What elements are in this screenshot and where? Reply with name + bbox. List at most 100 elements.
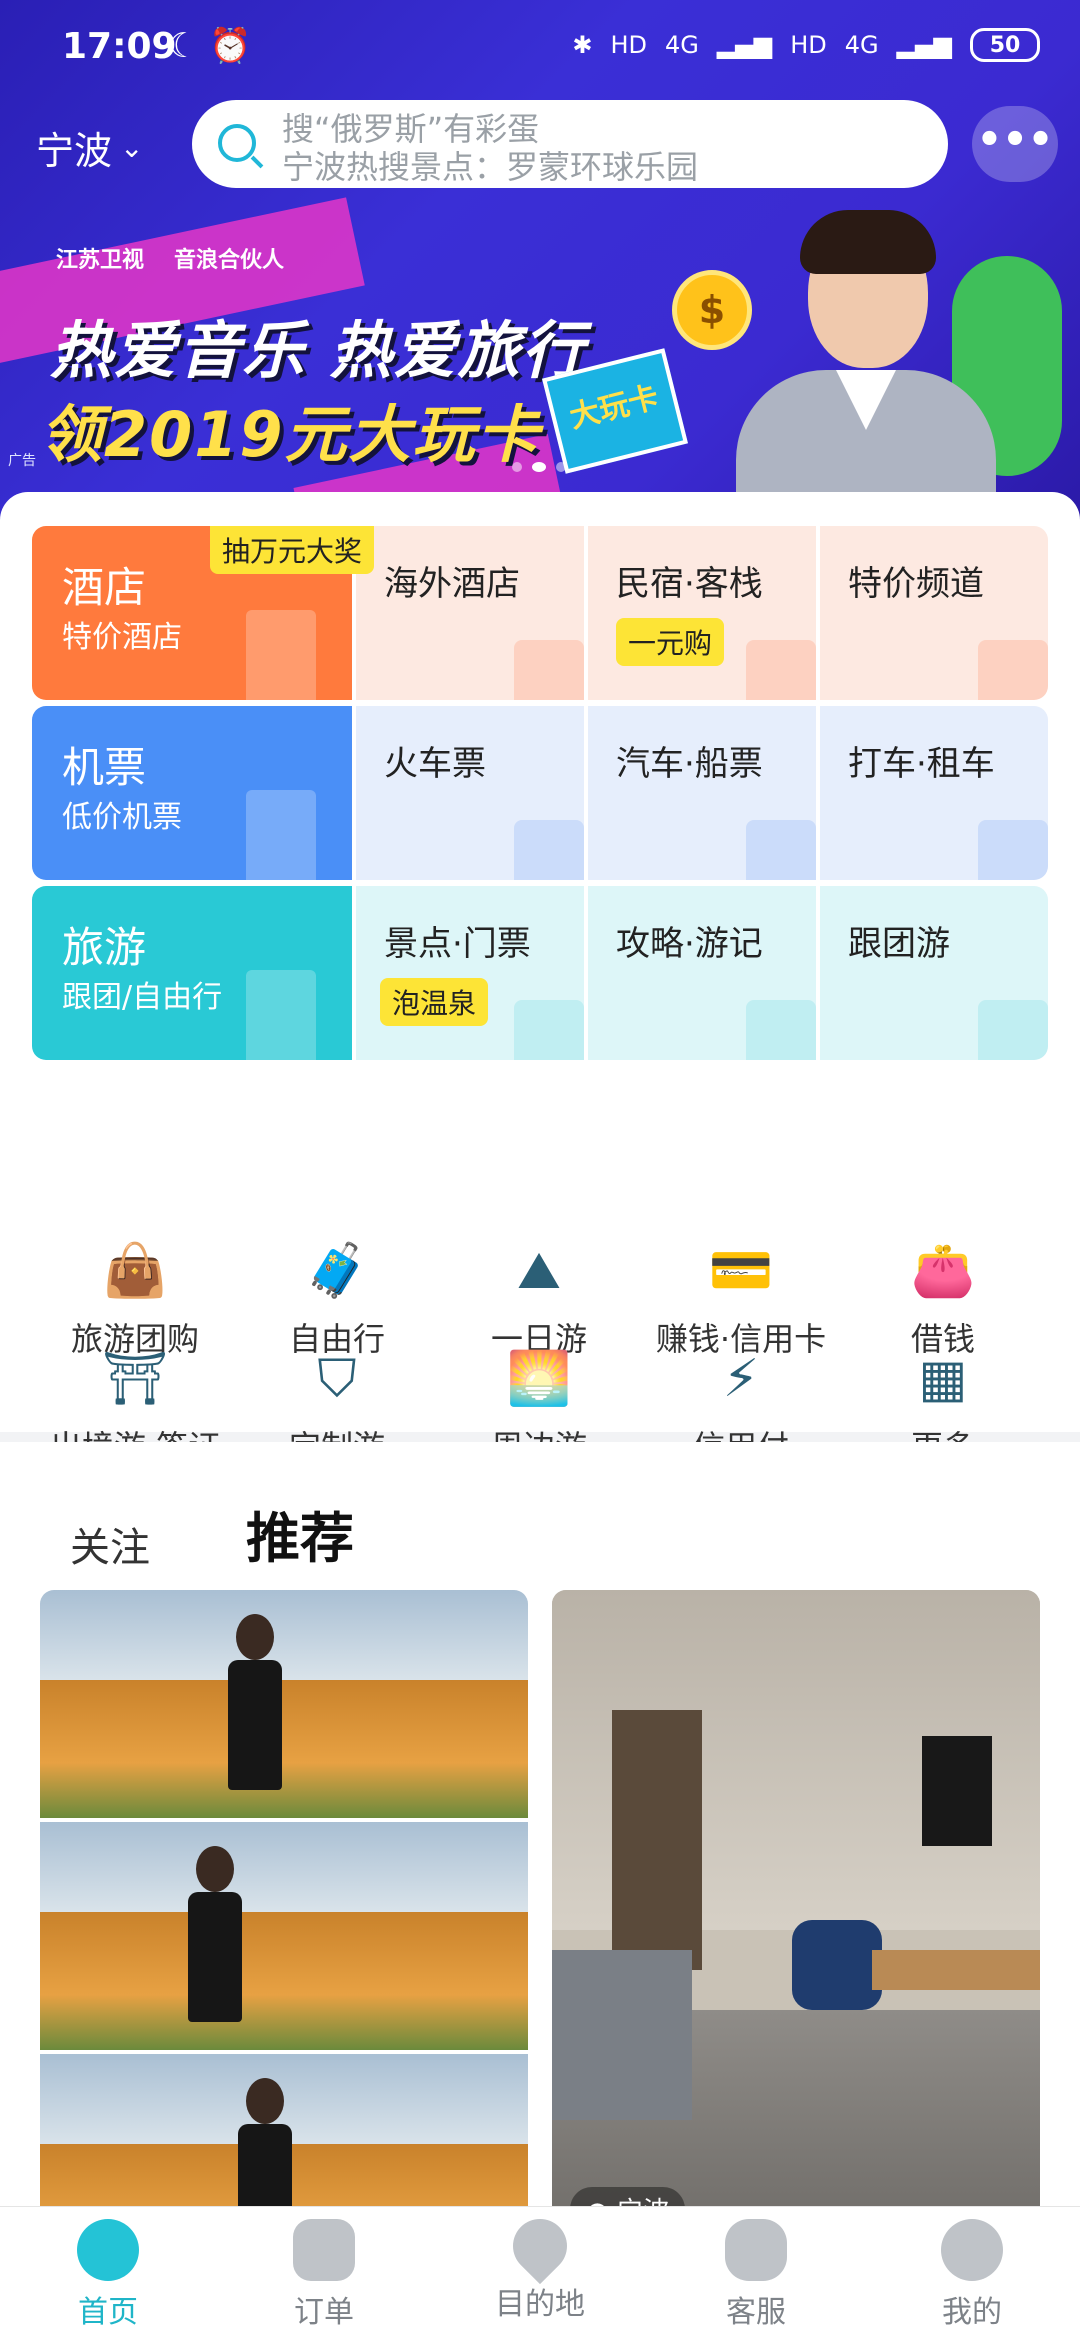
- tour-entry[interactable]: 旅游 跟团/自由行: [32, 886, 352, 1060]
- group-tour-entry[interactable]: 跟团游: [816, 886, 1048, 1060]
- banner-pager-dots: [512, 462, 566, 472]
- guides-label: 攻略·游记: [616, 924, 763, 964]
- nav-home-label: 首页: [78, 2295, 138, 2330]
- shopping-bag-icon: 👜: [102, 1241, 168, 1301]
- lottery-badge[interactable]: 抽万元大奖: [210, 526, 375, 574]
- tag-icon: [978, 640, 1048, 700]
- hotel-subtitle: 特价酒店: [62, 620, 182, 655]
- borrow-money-button[interactable]: 👛 借钱: [842, 1236, 1044, 1360]
- nav-home[interactable]: 首页: [0, 2207, 216, 2341]
- banner-sponsor-logos: 江苏卫视 音浪合伙人: [56, 242, 284, 274]
- mountain-icon: ⛰: [517, 1241, 561, 1301]
- bluetooth-icon: ✱: [572, 31, 593, 59]
- bus-ship-entry[interactable]: 汽车·船票: [584, 706, 816, 880]
- tour-title: 旅游: [62, 923, 147, 972]
- homestay-label: 民宿·客栈: [616, 564, 763, 604]
- taxi-rental-entry[interactable]: 打车·租车: [816, 706, 1048, 880]
- network-label: 4G: [664, 31, 699, 59]
- day-trip-button[interactable]: ⛰ 一日游: [438, 1236, 640, 1360]
- airplane-icon: [246, 790, 316, 880]
- profile-icon: [941, 2219, 1003, 2281]
- hotel-title: 酒店: [62, 563, 147, 612]
- castle-icon: [514, 1000, 584, 1060]
- tab-following[interactable]: 关注: [70, 1515, 150, 1573]
- promo-badge: 泡温泉: [380, 978, 489, 1026]
- promo-badge: 一元购: [616, 618, 725, 666]
- feed-post-card[interactable]: [40, 1590, 528, 2240]
- grid-icon: ▦: [918, 1349, 968, 1409]
- flash-ticket-icon: ⚡: [722, 1349, 760, 1409]
- search-bar[interactable]: 搜“俄罗斯”有彩蛋 宁波热搜景点：罗蒙环球乐园: [192, 100, 948, 188]
- feed-tabs: 关注 推荐: [70, 1494, 366, 1573]
- car-icon: [978, 820, 1048, 880]
- train-icon: [514, 820, 584, 880]
- taxi-rental-label: 打车·租车: [848, 744, 995, 784]
- post-photo: [40, 1822, 528, 2054]
- free-travel-button[interactable]: 🧳 自由行: [236, 1236, 438, 1360]
- attraction-tickets-label: 景点·门票: [384, 924, 531, 964]
- category-grid: 酒店 特价酒店 海外酒店 民宿·客栈 一元购 特价频道 抽万元大奖 机票 低价机…: [32, 526, 1048, 1066]
- banner-headline: 热爱音乐 热爱旅行: [50, 314, 586, 387]
- chevron-down-icon: ⌄: [120, 131, 144, 164]
- flights-entry[interactable]: 机票 低价机票: [32, 706, 352, 880]
- train-ticket-entry[interactable]: 火车票: [352, 706, 584, 880]
- more-menu-button[interactable]: •••: [972, 106, 1058, 182]
- credit-card-button[interactable]: 💳 赚钱·信用卡: [640, 1236, 842, 1360]
- network-label: 4G: [844, 31, 879, 59]
- sunrise-icon: 🌅: [506, 1349, 572, 1409]
- bottom-navigation: 首页 订单 目的地 客服 我的: [0, 2206, 1080, 2341]
- wallet-icon: 👛: [910, 1241, 976, 1301]
- bus-icon: [746, 820, 816, 880]
- special-deals-label: 特价频道: [848, 564, 984, 604]
- homestay-entry[interactable]: 民宿·客栈 一元购: [584, 526, 816, 700]
- search-icon: [218, 124, 256, 162]
- custom-tag-icon: ⛉: [317, 1349, 357, 1409]
- home-mascot-icon: [77, 2219, 139, 2281]
- hd-badge: HD: [790, 31, 827, 59]
- main-services-card: 酒店 特价酒店 海外酒店 民宿·客栈 一元购 特价频道 抽万元大奖 机票 低价机…: [0, 492, 1080, 1466]
- house-icon: [746, 640, 816, 700]
- nav-profile[interactable]: 我的: [864, 2207, 1080, 2341]
- credit-card-icon: 💳: [708, 1241, 774, 1301]
- city-name: 宁波: [36, 129, 113, 173]
- nav-profile-label: 我的: [942, 2295, 1002, 2330]
- sponsor-logo: 江苏卫视: [56, 248, 145, 273]
- signal-icon: ▂▄▆: [896, 31, 952, 59]
- tab-recommended[interactable]: 推荐: [238, 1494, 366, 1573]
- flag-icon: [978, 1000, 1048, 1060]
- category-row-hotel: 酒店 特价酒店 海外酒店 民宿·客栈 一元购 特价频道 抽万元大奖: [32, 526, 1048, 700]
- city-selector[interactable]: 宁波 ⌄: [36, 120, 143, 175]
- post-photo: [40, 1590, 528, 1822]
- group-buy-button[interactable]: 👜 旅游团购: [34, 1236, 236, 1360]
- building-icon: [514, 640, 584, 700]
- category-row-tour: 旅游 跟团/自由行 景点·门票 泡温泉 攻略·游记 跟团游: [32, 886, 1048, 1060]
- guides-entry[interactable]: 攻略·游记: [584, 886, 816, 1060]
- battery-indicator: 50: [970, 28, 1040, 62]
- nav-service-label: 客服: [726, 2295, 786, 2330]
- special-deals-entry[interactable]: 特价频道: [816, 526, 1048, 700]
- nav-orders-label: 订单: [294, 2295, 354, 2330]
- attraction-tickets-entry[interactable]: 景点·门票 泡温泉: [352, 886, 584, 1060]
- flights-subtitle: 低价机票: [62, 800, 182, 835]
- quick-icons-row-1: 👜 旅游团购 🧳 自由行 ⛰ 一日游 💳 赚钱·信用卡 👛 借钱: [0, 1236, 1080, 1360]
- nav-orders[interactable]: 订单: [216, 2207, 432, 2341]
- nav-destination[interactable]: 目的地: [432, 2207, 648, 2341]
- building-icon: [246, 610, 316, 700]
- nav-destination-label: 目的地: [495, 2287, 585, 2322]
- ad-label: 广告: [8, 453, 36, 469]
- banner-celebrity-image: [736, 210, 996, 520]
- category-row-flights: 机票 低价机票 火车票 汽车·船票 打车·租车: [32, 706, 1048, 880]
- banner-subline: 领2019元大玩卡: [40, 398, 541, 471]
- feed-post-card[interactable]: ● 宁波: [552, 1590, 1040, 2240]
- sponsor-logo: 音浪合伙人: [174, 248, 285, 273]
- location-icon: [501, 2207, 579, 2285]
- hd-badge: HD: [610, 31, 647, 59]
- statue-icon: ⛩: [101, 1349, 168, 1409]
- room-tv: [922, 1736, 992, 1846]
- status-moon-alarm-icons: ☾ ⏰: [168, 26, 252, 66]
- book-icon: [746, 1000, 816, 1060]
- nav-service[interactable]: 客服: [648, 2207, 864, 2341]
- overseas-hotel-entry[interactable]: 海外酒店: [352, 526, 584, 700]
- status-bar: 17:09 ☾ ⏰ ✱ HD 4G ▂▄▆ HD 4G ▂▄▆ 50: [0, 0, 1080, 96]
- service-robot-icon: [725, 2219, 787, 2281]
